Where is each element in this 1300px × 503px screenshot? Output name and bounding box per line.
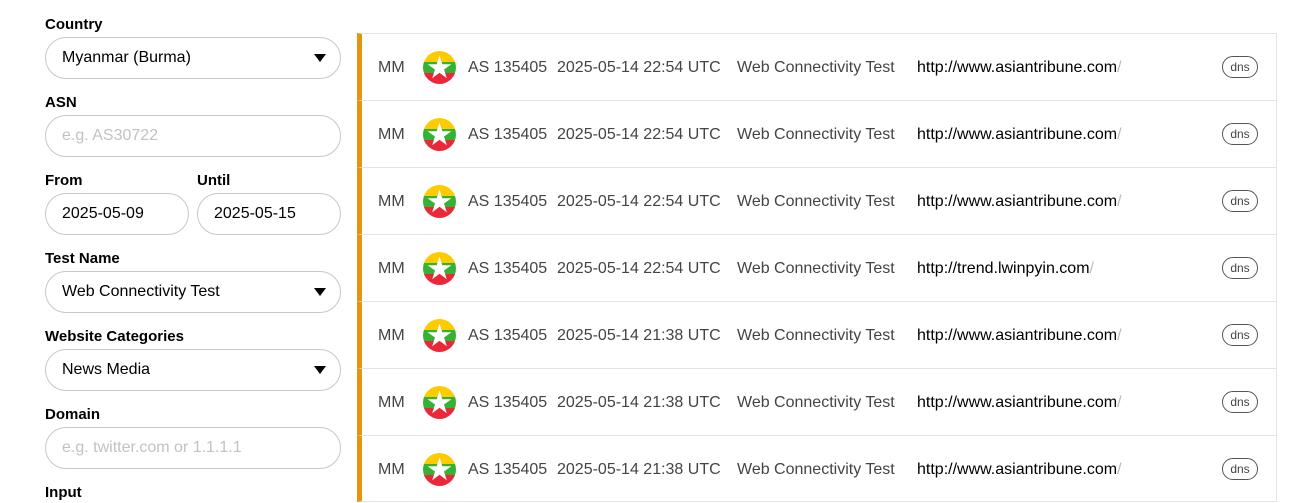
test-name: Web Connectivity Test [737,125,895,143]
tested-url[interactable]: http://www.asiantribune.com / [917,369,1122,436]
chevron-down-icon [314,288,326,296]
timestamp: 2025-05-14 22:54 UTC [557,192,721,210]
timestamp: 2025-05-14 22:54 UTC [557,125,721,143]
url-slash: / [1117,125,1122,143]
tested-url[interactable]: http://www.asiantribune.com / [917,34,1122,101]
until-label: Until [197,172,231,189]
url-slash: / [1117,393,1122,411]
asn-value: AS 135405 [468,393,548,411]
test-name-label: Test Name [45,250,120,267]
test-name-select-value: Web Connectivity Test [62,283,220,300]
asn-value: AS 135405 [468,326,548,344]
dns-anomaly-badge: dns [1222,190,1258,212]
result-row[interactable]: MM AS 135405 2025-05-14 21:38 UTC Web Conne… [357,368,1277,435]
until-date-value: 2025-05-15 [214,205,296,222]
result-row[interactable]: MM AS 135405 2025-05-14 22:54 UTC Web Conne… [357,100,1277,167]
asn-label: ASN [45,94,77,111]
url-text: http://www.asiantribune.com [917,125,1118,143]
country-code: MM [378,192,405,210]
asn-input[interactable]: e.g. AS30722 [45,115,341,157]
dns-anomaly-badge: dns [1222,391,1258,413]
tested-url[interactable]: http://www.asiantribune.com / [917,101,1122,168]
asn-value: AS 135405 [468,125,548,143]
url-text: http://www.asiantribune.com [917,192,1118,210]
dns-anomaly-badge: dns [1222,56,1258,78]
url-text: http://trend.lwinpyin.com [917,259,1090,277]
result-row[interactable]: MM AS 135405 2025-05-14 22:54 UTC Web Conne… [357,33,1277,100]
chevron-down-icon [314,54,326,62]
timestamp: 2025-05-14 22:54 UTC [557,58,721,76]
url-text: http://www.asiantribune.com [917,58,1118,76]
tested-url[interactable]: http://trend.lwinpyin.com / [917,235,1094,302]
result-row[interactable]: MM AS 135405 2025-05-14 21:38 UTC Web Conne… [357,301,1277,368]
url-text: http://www.asiantribune.com [917,393,1118,411]
test-name: Web Connectivity Test [737,259,895,277]
myanmar-flag-icon [423,51,456,84]
country-code: MM [378,393,405,411]
domain-input[interactable]: e.g. twitter.com or 1.1.1.1 [45,427,341,469]
dns-anomaly-badge: dns [1222,324,1258,346]
url-slash: / [1089,259,1094,277]
url-text: http://www.asiantribune.com [917,326,1118,344]
tested-url[interactable]: http://www.asiantribune.com / [917,302,1122,369]
country-code: MM [378,125,405,143]
country-code: MM [378,326,405,344]
url-slash: / [1117,58,1122,76]
country-select[interactable]: Myanmar (Burma) [45,37,341,79]
asn-value: AS 135405 [468,58,548,76]
country-select-value: Myanmar (Burma) [62,49,191,66]
asn-value: AS 135405 [468,192,548,210]
timestamp: 2025-05-14 21:38 UTC [557,326,721,344]
from-date-value: 2025-05-09 [62,205,144,222]
domain-label: Domain [45,406,101,423]
input-label: Input [45,484,82,501]
myanmar-flag-icon [423,386,456,419]
country-code: MM [378,259,405,277]
test-name: Web Connectivity Test [737,192,895,210]
country-label: Country [45,16,103,33]
test-name-select[interactable]: Web Connectivity Test [45,271,341,313]
myanmar-flag-icon [423,319,456,352]
dns-anomaly-badge: dns [1222,123,1258,145]
test-name: Web Connectivity Test [737,393,895,411]
result-row[interactable]: MM AS 135405 2025-05-14 22:54 UTC Web Conne… [357,167,1277,234]
myanmar-flag-icon [423,118,456,151]
from-label: From [45,172,83,189]
timestamp: 2025-05-14 21:38 UTC [557,460,721,478]
asn-value: AS 135405 [468,460,548,478]
myanmar-flag-icon [423,252,456,285]
categories-select-value: News Media [62,361,151,378]
categories-select[interactable]: News Media [45,349,341,391]
from-date-input[interactable]: 2025-05-09 [45,193,189,235]
myanmar-flag-icon [423,185,456,218]
test-name: Web Connectivity Test [737,326,895,344]
tested-url[interactable]: http://www.asiantribune.com / [917,168,1122,235]
myanmar-flag-icon [423,453,456,486]
asn-input-placeholder: e.g. AS30722 [62,127,159,144]
tested-url[interactable]: http://www.asiantribune.com / [917,436,1122,503]
url-slash: / [1117,192,1122,210]
chevron-down-icon [314,366,326,374]
dns-anomaly-badge: dns [1222,257,1258,279]
country-code: MM [378,58,405,76]
url-slash: / [1117,460,1122,478]
timestamp: 2025-05-14 21:38 UTC [557,393,721,411]
timestamp: 2025-05-14 22:54 UTC [557,259,721,277]
test-name: Web Connectivity Test [737,58,895,76]
dns-anomaly-badge: dns [1222,458,1258,480]
url-text: http://www.asiantribune.com [917,460,1118,478]
result-row[interactable]: MM AS 135405 2025-05-14 21:38 UTC Web Conne… [357,435,1277,502]
categories-label: Website Categories [45,328,184,345]
domain-input-placeholder: e.g. twitter.com or 1.1.1.1 [62,439,242,456]
until-date-input[interactable]: 2025-05-15 [197,193,341,235]
asn-value: AS 135405 [468,259,548,277]
country-code: MM [378,460,405,478]
url-slash: / [1117,326,1122,344]
result-row[interactable]: MM AS 135405 2025-05-14 22:54 UTC Web Conne… [357,234,1277,301]
test-name: Web Connectivity Test [737,460,895,478]
